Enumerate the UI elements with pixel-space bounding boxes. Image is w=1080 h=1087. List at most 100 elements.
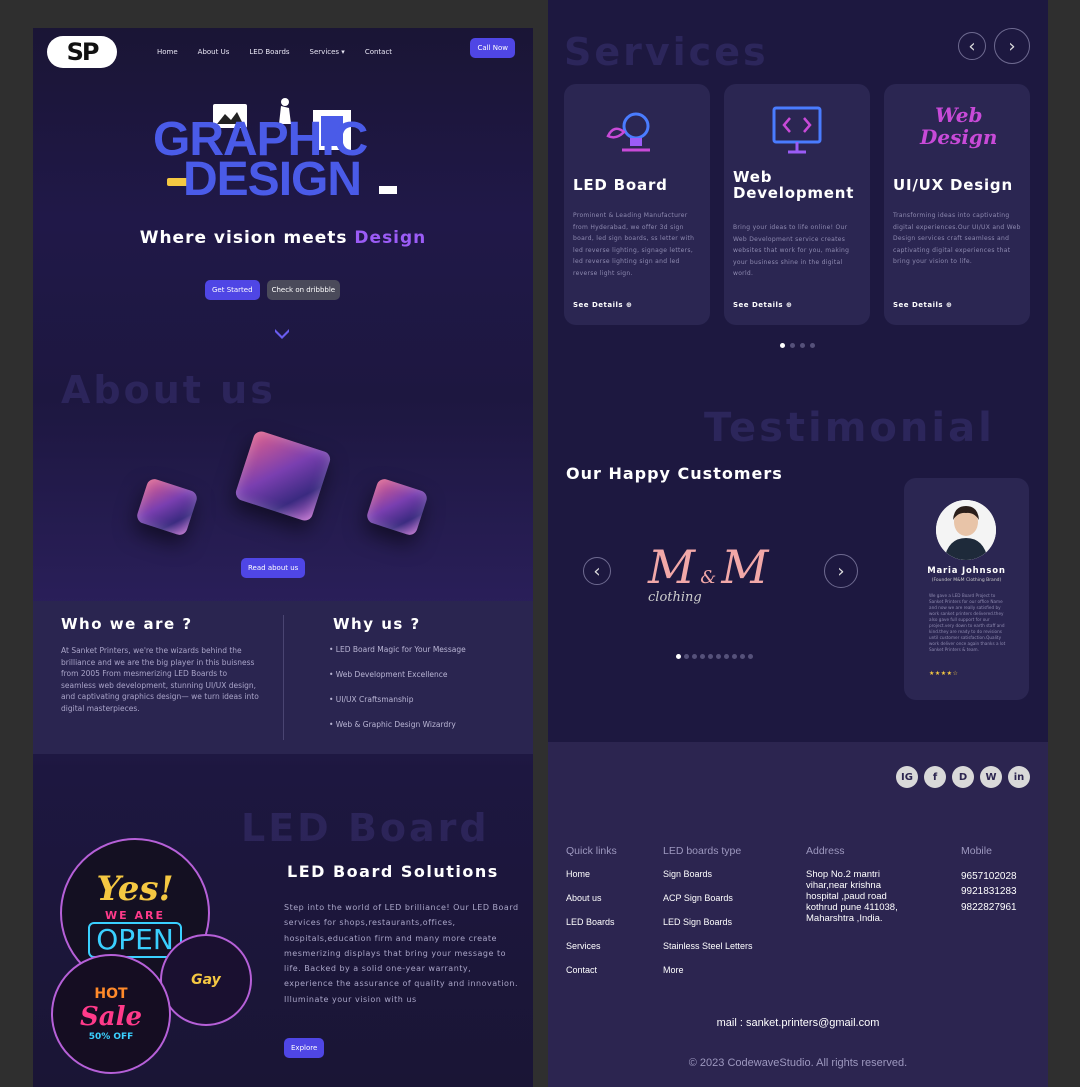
footer-link[interactable]: More (663, 965, 753, 975)
call-now-button[interactable]: Call Now (470, 38, 515, 58)
footer-mobile: Mobile 9657102028 9921831283 9822827961 (961, 845, 1017, 915)
footer-link[interactable]: Contact (566, 965, 617, 975)
service-title: LED Board (573, 176, 668, 194)
testimonial-next-button[interactable]: › (824, 554, 858, 588)
page-dot[interactable] (748, 654, 753, 659)
testimonial-prev-button[interactable]: ‹ (583, 557, 611, 585)
happy-customers-heading: Our Happy Customers (566, 464, 783, 483)
hero-word-design: DESIGN (183, 153, 362, 206)
service-title: Web Development (733, 168, 855, 202)
service-desc: Bring your ideas to life online! Our Web… (733, 224, 850, 277)
page-dot[interactable] (724, 654, 729, 659)
reviewer-name: Maria Johnson (927, 566, 1006, 576)
footer-address: Address Shop No.2 mantri vihar,near kris… (806, 845, 916, 924)
nav-led-boards[interactable]: LED Boards (249, 48, 289, 56)
see-details-link[interactable]: See Details ⊕ (733, 301, 792, 309)
footer-link[interactable]: ACP Sign Boards (663, 893, 753, 903)
footer-link[interactable]: LED Sign Boards (663, 917, 753, 927)
footer-copyright: © 2023 CodewaveStudio. All rights reserv… (688, 1057, 908, 1069)
avatar (936, 500, 996, 560)
service-desc: Prominent & Leading Manufacturer from Hy… (573, 212, 695, 277)
footer-link[interactable]: Home (566, 869, 617, 879)
led-bg-title: LED Board (241, 806, 490, 850)
footer-heading: Mobile (961, 845, 992, 857)
chevron-right-icon: › (1008, 35, 1016, 57)
testimonial-pagination (676, 654, 753, 659)
page-dot[interactable] (692, 654, 697, 659)
footer-email[interactable]: mail : sanket.printers@gmail.com (548, 1017, 1048, 1029)
arrow-circle-icon: ⊕ (786, 301, 793, 309)
read-about-button[interactable]: Read about us (241, 558, 306, 578)
footer-link[interactable]: Stainless Steel Letters (663, 941, 753, 951)
arrow-circle-icon: ⊕ (946, 301, 953, 309)
why-item: • Web Development Excellence (329, 670, 448, 679)
monitor-code-icon (772, 106, 822, 154)
review-card: Maria Johnson (Founder M&M Clothing Bran… (904, 478, 1029, 700)
nav-about[interactable]: About Us (198, 48, 230, 56)
neon-small-text: Gay (191, 972, 221, 988)
nav-services-dropdown[interactable]: Services ▾ (310, 48, 345, 56)
nav-links: Home About Us LED Boards Services ▾ Cont… (157, 48, 392, 56)
service-card-web[interactable]: Web Development Bring your ideas to life… (724, 84, 870, 325)
services-prev-button[interactable]: ‹ (958, 32, 986, 60)
why-us-list: • LED Board Magic for Your Message • Web… (329, 645, 466, 745)
scroll-down-icon[interactable] (275, 329, 289, 339)
neon-yes-text: Yes! (96, 868, 174, 909)
section-divider (283, 615, 284, 740)
why-item: • Web & Graphic Design Wizardry (329, 720, 456, 729)
page-dot[interactable] (780, 343, 785, 348)
page-dot[interactable] (810, 343, 815, 348)
neon-hot-text: HOT (94, 986, 128, 1002)
nav-contact[interactable]: Contact (365, 48, 392, 56)
page-dot[interactable] (740, 654, 745, 659)
footer-led-types: LED boards type Sign Boards ACP Sign Boa… (663, 845, 753, 989)
page-dot[interactable] (676, 654, 681, 659)
phone-number[interactable]: 9657102028 (961, 869, 1017, 884)
lightbulb-icon (606, 112, 650, 152)
why-us-title: Why us ? (333, 615, 421, 633)
phone-number[interactable]: 9921831283 (961, 884, 1017, 899)
hero-tagline: Where vision meets Design (33, 228, 533, 248)
linkedin-icon[interactable]: in (1008, 766, 1030, 788)
page-dot[interactable] (732, 654, 737, 659)
page-dot[interactable] (708, 654, 713, 659)
whatsapp-icon[interactable]: W (980, 766, 1002, 788)
footer-link[interactable]: LED Boards (566, 917, 617, 927)
graphic-design-artwork: GRAPHIC DESIGN (153, 90, 413, 204)
neon-gay-sign: Gay (160, 934, 252, 1026)
service-card-uiux[interactable]: Web Design UI/UX Design Transforming idea… (884, 84, 1030, 325)
explore-button[interactable]: Explore (284, 1038, 325, 1058)
phone-number[interactable]: 9822827961 (961, 900, 1017, 915)
see-details-link[interactable]: See Details ⊕ (573, 301, 632, 309)
footer-link[interactable]: Services (566, 941, 617, 951)
right-panel: Services ‹ › LED Board Prominent & Leadi… (548, 0, 1048, 1087)
why-item: • UI/UX Craftsmanship (329, 695, 414, 704)
page-dot[interactable] (800, 343, 805, 348)
see-details-link[interactable]: See Details ⊕ (893, 301, 952, 309)
dribbble-button[interactable]: Check on dribbble (266, 280, 341, 300)
glass-cube-large (233, 429, 333, 523)
page-dot[interactable] (700, 654, 705, 659)
chevron-left-icon: ‹ (968, 35, 976, 57)
dribbble-icon[interactable]: D (952, 766, 974, 788)
footer-link[interactable]: Sign Boards (663, 869, 753, 879)
page-dot[interactable] (790, 343, 795, 348)
page-dot[interactable] (684, 654, 689, 659)
page-dot[interactable] (716, 654, 721, 659)
about-bg-title: About us (61, 368, 276, 412)
testimonial-bg-title: Testimonial (704, 405, 995, 451)
footer-heading: Quick links (566, 845, 617, 857)
nav-home[interactable]: Home (157, 48, 178, 56)
service-card-led[interactable]: LED Board Prominent & Leading Manufactur… (564, 84, 710, 325)
get-started-button[interactable]: Get Started (205, 280, 260, 300)
footer-link[interactable]: About us (566, 893, 617, 903)
neon-we-are-text: WE ARE (105, 908, 165, 922)
who-we-are-text: At Sanket Printers, we're the wizards be… (61, 646, 259, 713)
tagline-prefix: Where vision meets (139, 228, 355, 248)
services-next-button[interactable]: › (994, 28, 1030, 64)
hero-buttons: Get Started Check on dribbble (205, 280, 341, 300)
facebook-icon[interactable]: f (924, 766, 946, 788)
logo[interactable]: SP (47, 36, 117, 68)
instagram-icon[interactable]: IG (896, 766, 918, 788)
led-section-text: Step into the world of LED brilliance! O… (284, 903, 519, 1004)
